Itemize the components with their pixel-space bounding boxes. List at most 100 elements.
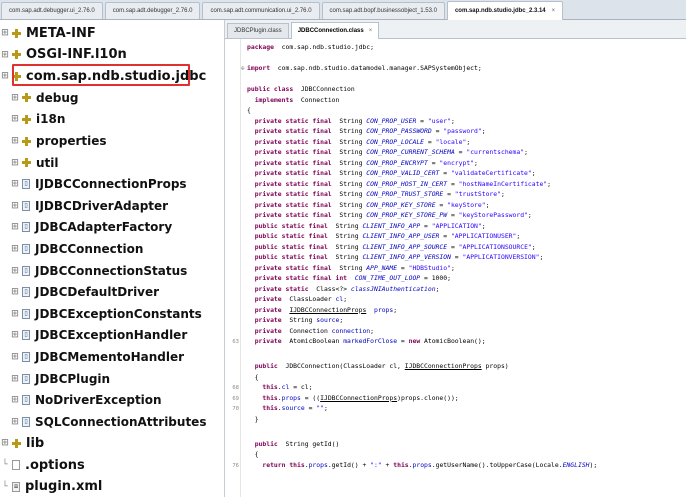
tree-node[interactable]: ⊞ ▯ SQLConnectionAttributes <box>0 411 206 433</box>
code-token: this <box>247 393 278 402</box>
class-file-icon: ▯ <box>22 352 30 362</box>
code-token: public <box>247 439 278 448</box>
tree-node[interactable]: └ .options <box>0 454 85 476</box>
package-icon <box>22 93 31 103</box>
tree-node[interactable]: ⊞ ▯ IJDBCConnectionProps <box>0 173 186 195</box>
code-token: Connection <box>281 326 332 335</box>
expand-toggle-icon[interactable]: ⊞ <box>10 395 20 405</box>
code-token: package <box>247 43 274 51</box>
tree-node-label: plugin.xml <box>25 479 103 495</box>
class-file-icon: ▯ <box>22 330 30 341</box>
tree-node[interactable]: ⊞ ▯ JDBCConnection <box>0 238 143 260</box>
code-line: private static final String CON_PROP_TRU… <box>225 189 686 199</box>
expand-toggle-icon[interactable]: ⊞ <box>10 222 20 232</box>
code-token: } <box>247 414 259 423</box>
expand-toggle-icon[interactable]: ⊞ <box>0 71 10 81</box>
tree-node[interactable]: └ ≡ plugin.xml <box>0 476 102 497</box>
expand-toggle-icon[interactable]: ⊞ <box>10 158 20 168</box>
expand-toggle-icon[interactable]: ⊞ <box>0 28 10 38</box>
tree-node[interactable]: ⊞ debug <box>0 87 78 109</box>
selection-highlight <box>12 64 190 87</box>
code-token: ; <box>466 137 471 146</box>
top-tab-1[interactable]: com.sap.adt.debugger_2.76.0 <box>104 2 201 19</box>
tree-node[interactable]: ⊞ ▯ JDBCConnectionStatus <box>0 260 187 282</box>
tree-node[interactable]: ⊞ ▯ IJDBCDriverAdapter <box>0 195 168 217</box>
code-token: = <box>447 211 459 219</box>
code-token: CON_PROP_PASSWORD <box>366 127 432 135</box>
code-token: connection <box>331 326 371 335</box>
tree-node[interactable]: ⊞ properties <box>0 130 106 152</box>
tree-node[interactable]: ⊞ ▯ JDBCPlugin <box>0 368 110 390</box>
tree-node[interactable]: ⊞ ▯ NoDriverException <box>0 389 161 411</box>
code-line: private static final String CON_PROP_PAS… <box>225 126 686 136</box>
editor-tab-1[interactable]: JDBCConnection.class × <box>290 22 380 39</box>
expand-toggle-icon[interactable]: ⊞ <box>10 93 20 103</box>
package-icon <box>12 50 21 60</box>
close-tab-icon[interactable]: × <box>552 8 556 14</box>
code-token: AtomicBoolean(); <box>420 337 486 345</box>
class-file-icon: ▯ <box>22 287 30 298</box>
code-line: ⊕ import com.sap.ndb.studio.datamodel.man… <box>225 63 686 73</box>
tree-node[interactable]: ⊞ META-INF <box>0 22 96 44</box>
code-token: )props.clone()); <box>397 393 459 402</box>
tree-node-label: lib <box>26 435 45 451</box>
code-line: public class JDBCConnection <box>225 84 686 94</box>
expand-toggle-icon[interactable]: ⊞ <box>0 438 10 448</box>
code-token: ENGLISH <box>562 460 590 469</box>
tree-connector-icon: └ <box>2 481 8 492</box>
code-token: ; <box>450 263 455 272</box>
expand-toggle-icon[interactable]: ⊞ <box>10 330 20 340</box>
code-token: = <box>447 242 459 251</box>
top-tab-2[interactable]: com.sap.adt.communication.ui_2.76.0 <box>202 2 320 19</box>
code-token: AtomicBoolean <box>281 337 344 345</box>
expand-toggle-icon[interactable]: ⊞ <box>10 136 20 146</box>
top-tab-3[interactable]: com.sap.adt.bopf.businessobject_1.53.0 <box>321 2 445 19</box>
code-line: private static final String CON_PROP_ENC… <box>225 158 686 168</box>
expand-toggle-icon[interactable]: ⊞ <box>10 244 20 254</box>
expand-toggle-icon[interactable]: ⊞ <box>10 417 20 427</box>
code-area[interactable]: package com.sap.ndb.studio.jdbc; ⊕ import … <box>225 39 686 497</box>
expand-toggle-icon[interactable]: ⊞ <box>10 352 20 362</box>
class-file-icon: ▯ <box>22 244 30 254</box>
tree-node[interactable]: ⊞ OSGI-INF.l10n <box>0 44 127 66</box>
code-token: source <box>316 316 340 324</box>
package-icon <box>22 114 31 124</box>
top-tab-4[interactable]: com.sap.ndb.studio.jdbc_2.3.14 × <box>446 1 564 20</box>
tree-node-label: SQLConnectionAttributes <box>35 414 207 429</box>
tree-node[interactable]: ⊞ lib <box>0 432 44 454</box>
tree-node[interactable]: ⊞ ▯ JDBCDefaultDriver <box>0 281 159 303</box>
close-tab-icon[interactable]: × <box>369 28 373 34</box>
code-token: CON_PROP_USER <box>366 116 417 125</box>
expand-toggle-icon[interactable]: ⊞ <box>10 179 20 189</box>
code-token: JDBCConnection <box>293 85 355 93</box>
code-token: = <box>435 200 448 209</box>
expand-toggle-icon[interactable]: ⊞ <box>0 50 10 60</box>
expand-toggle-icon[interactable]: ⊞ <box>10 266 20 276</box>
code-token: public static final <box>247 253 328 261</box>
expand-toggle-icon[interactable]: ⊞ <box>10 201 20 211</box>
tree-node[interactable]: ⊞ ▯ JDBCExceptionHandler <box>0 324 187 346</box>
expand-toggle-icon[interactable]: ⊞ <box>10 309 20 319</box>
code-line: private static final int CON_TIME_OUT_LO… <box>225 273 686 283</box>
expand-toggle-icon[interactable]: ⊞ <box>10 287 20 297</box>
code-token: String <box>331 169 367 177</box>
tree-node-label: JDBCMementoHandler <box>35 350 185 364</box>
tree-node[interactable]: ⊞ ▯ JDBCExceptionConstants <box>0 303 202 325</box>
top-tab-0[interactable]: com.sap.adt.debugger.ui_2.76.0 <box>1 2 103 19</box>
editor-tab-0[interactable]: JDBCPlugin.class <box>227 23 289 38</box>
code-token: props <box>308 460 328 469</box>
package-icon <box>12 438 21 448</box>
tree-node[interactable]: ⊞ ▯ JDBCMementoHandler <box>0 346 184 368</box>
tree-node-label: META-INF <box>26 25 96 41</box>
expand-toggle-icon[interactable]: ⊞ <box>10 114 20 124</box>
code-token: public class <box>247 85 294 93</box>
tree-node[interactable]: ⊞ i18n <box>0 108 65 130</box>
expand-toggle-icon[interactable]: ⊞ <box>10 374 20 384</box>
code-token: ; <box>485 200 490 209</box>
tree-node[interactable]: ⊞ util <box>0 152 58 174</box>
code-token: ; <box>516 232 521 240</box>
tree-node[interactable]: ⊞ ▯ JDBCAdapterFactory <box>0 216 172 238</box>
